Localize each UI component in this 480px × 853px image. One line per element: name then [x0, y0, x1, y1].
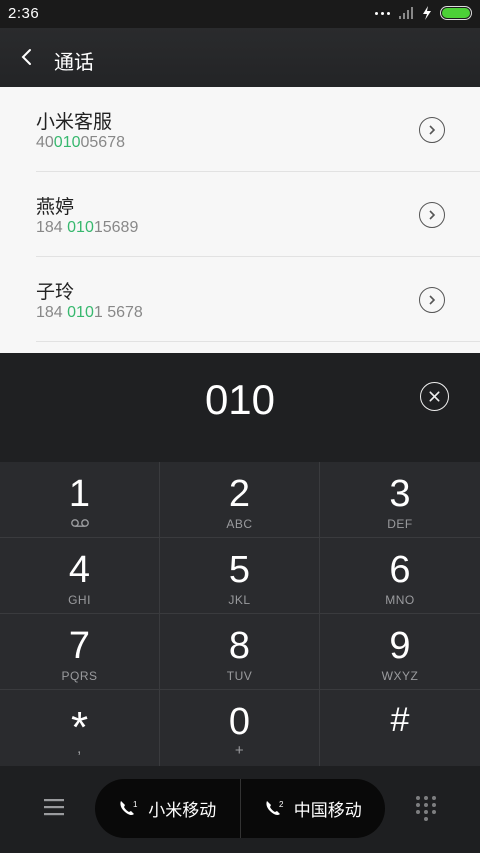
- key-digit: 9: [389, 625, 411, 667]
- key-2[interactable]: 2 ABC: [160, 462, 320, 538]
- sim2-label: 中国移动: [293, 801, 362, 820]
- clear-icon[interactable]: [420, 382, 449, 411]
- key-1[interactable]: 1: [0, 462, 160, 538]
- dialpad-icon[interactable]: [414, 795, 438, 823]
- chevron-right-icon: [429, 210, 436, 220]
- key-4[interactable]: 4 GHI: [0, 538, 160, 614]
- contact-row[interactable]: 子玲 184 0101 5678: [0, 257, 480, 342]
- phone-sim2-icon: 2: [266, 800, 284, 815]
- key-letters: +: [234, 742, 245, 759]
- dial-keypad: 1 2 ABC 3 DEF 4 GHI 5 JKL 6 MNO 7 PQRS 8…: [0, 462, 480, 766]
- contact-name: 小米客服: [36, 112, 113, 133]
- key-hash[interactable]: #: [320, 690, 480, 766]
- key-digit: #: [390, 701, 410, 739]
- key-digit: 6: [389, 549, 411, 591]
- contact-name: 子玲: [36, 282, 75, 303]
- call-sim2-button[interactable]: 2 中国移动: [241, 779, 386, 838]
- signal-icon: [399, 7, 413, 19]
- contact-row[interactable]: 小米客服 4001005678: [0, 87, 480, 172]
- key-letters: TUV: [226, 669, 253, 683]
- key-digit: 7: [68, 625, 91, 667]
- key-8[interactable]: 8 TUV: [160, 614, 320, 690]
- contact-number: 184 0101 5678: [36, 304, 143, 321]
- key-letters: MNO: [385, 593, 415, 607]
- call-sim1-button[interactable]: 1 小米移动: [95, 779, 240, 838]
- battery-icon: [440, 6, 472, 20]
- chevron-right-icon: [429, 295, 436, 305]
- page-title: 通话: [54, 52, 94, 74]
- key-digit: 2: [228, 473, 251, 515]
- status-bar: 2:36: [0, 0, 480, 28]
- charging-icon: [423, 6, 431, 20]
- svg-text:2: 2: [279, 800, 284, 809]
- sim1-label: 小米移动: [148, 801, 217, 820]
- key-letters: GHI: [68, 593, 91, 607]
- key-letters: PQRS: [61, 669, 98, 683]
- key-digit: 0: [228, 701, 251, 743]
- phone-sim1-icon: 1: [120, 800, 138, 815]
- key-9[interactable]: 9 WXYZ: [320, 614, 480, 690]
- status-icons: [375, 6, 472, 20]
- key-0[interactable]: 0 +: [160, 690, 320, 766]
- status-time: 2:36: [8, 5, 40, 22]
- contact-number: 4001005678: [36, 134, 125, 151]
- dialed-number: 010: [204, 376, 276, 423]
- app-bar: 通话: [0, 28, 480, 87]
- bottom-bar: 1 小米移动 2 中国移动: [0, 766, 480, 853]
- menu-icon[interactable]: [42, 796, 66, 818]
- key-digit: 4: [68, 549, 91, 591]
- contact-row[interactable]: 燕婷 184 01015689: [0, 172, 480, 257]
- key-star[interactable]: * ,: [0, 690, 160, 766]
- voicemail-icon: [71, 519, 89, 527]
- key-digit: 1: [68, 473, 91, 515]
- more-notifications-icon: [375, 6, 390, 20]
- key-3[interactable]: 3 DEF: [320, 462, 480, 538]
- contact-detail-button[interactable]: [419, 202, 445, 228]
- contact-detail-button[interactable]: [419, 287, 445, 313]
- key-letters: ,: [77, 740, 82, 757]
- contact-detail-button[interactable]: [419, 117, 445, 143]
- back-arrow-icon[interactable]: [12, 42, 42, 72]
- contact-number: 184 01015689: [36, 219, 139, 236]
- key-digit: 3: [389, 473, 411, 515]
- key-letters: WXYZ: [381, 669, 419, 683]
- key-7[interactable]: 7 PQRS: [0, 614, 160, 690]
- key-letters: DEF: [387, 517, 413, 531]
- key-5[interactable]: 5 JKL: [160, 538, 320, 614]
- key-6[interactable]: 6 MNO: [320, 538, 480, 614]
- contact-name: 燕婷: [36, 197, 75, 218]
- divider: [36, 341, 480, 342]
- call-buttons: 1 小米移动 2 中国移动: [95, 779, 385, 838]
- key-letters: JKL: [228, 593, 251, 607]
- contact-suggestions: 小米客服 4001005678 燕婷 184 01015689 子玲 184 0…: [0, 87, 480, 353]
- key-digit: 8: [228, 625, 251, 667]
- dial-display: 010: [0, 353, 480, 462]
- chevron-right-icon: [429, 125, 436, 135]
- key-letters: ABC: [226, 517, 253, 531]
- svg-text:1: 1: [133, 800, 138, 809]
- key-digit: 5: [228, 549, 251, 591]
